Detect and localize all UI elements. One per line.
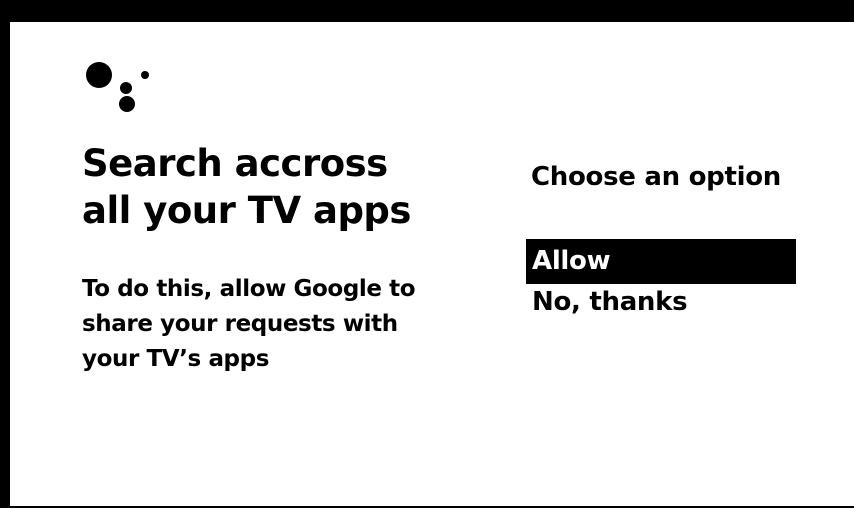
page-title: Search accross all your TV apps bbox=[82, 140, 502, 234]
assistant-dot-bottom bbox=[119, 96, 135, 112]
assistant-dot-medium bbox=[120, 82, 132, 94]
permission-description: To do this, allow Google to share your r… bbox=[82, 272, 482, 377]
options-heading: Choose an option bbox=[531, 162, 781, 192]
assistant-dot-small bbox=[141, 71, 149, 79]
title-line: all your TV apps bbox=[82, 189, 411, 232]
options-list: Allow No, thanks bbox=[526, 239, 796, 325]
consent-screen: Search accross all your TV apps To do th… bbox=[10, 22, 854, 506]
title-line: Search accross bbox=[82, 142, 388, 185]
description-line: share your requests with bbox=[82, 311, 398, 337]
no-thanks-option[interactable]: No, thanks bbox=[526, 280, 796, 325]
description-line: To do this, allow Google to bbox=[82, 276, 416, 302]
google-assistant-icon bbox=[86, 60, 158, 120]
assistant-dot-large bbox=[86, 62, 112, 88]
description-line: your TV’s apps bbox=[82, 346, 269, 372]
allow-option[interactable]: Allow bbox=[526, 239, 796, 284]
